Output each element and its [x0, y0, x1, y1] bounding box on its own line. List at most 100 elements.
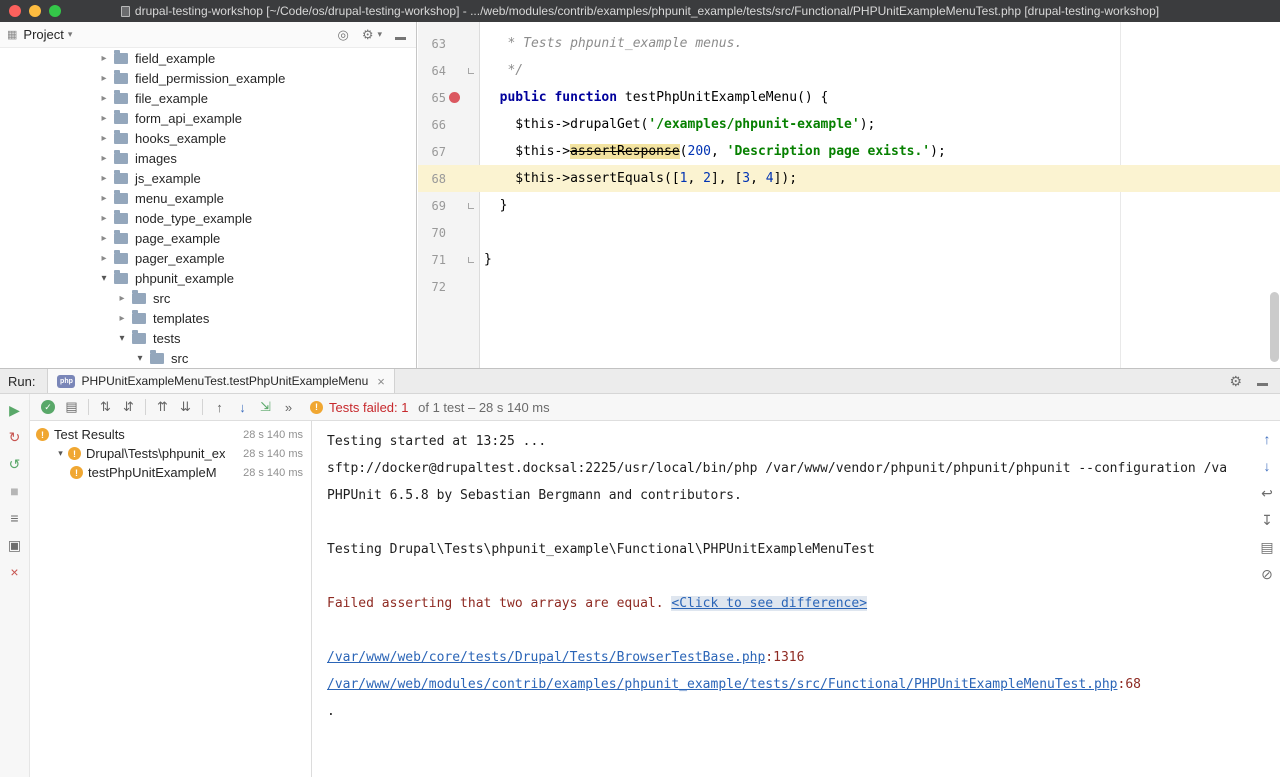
chevron-down-icon[interactable]: ▾: [68, 29, 73, 40]
up-stack-trace-icon[interactable]: ↑: [1264, 431, 1271, 447]
project-panel-title[interactable]: Project: [23, 27, 63, 42]
code-line[interactable]: 68 $this->assertEquals([1, 2], [3, 4]);: [418, 165, 1280, 192]
chevron-right-icon[interactable]: ▸: [96, 193, 112, 204]
code-line[interactable]: 72: [418, 273, 1280, 300]
test-console[interactable]: Testing started at 13:25 ...sftp://docke…: [313, 421, 1254, 777]
zoom-window-icon[interactable]: [49, 5, 61, 17]
code-text[interactable]: */: [480, 63, 523, 78]
test-tree-item[interactable]: !testPhpUnitExampleM28 s 140 ms: [30, 463, 311, 482]
gear-icon[interactable]: ⚙: [1229, 373, 1242, 390]
editor-gutter[interactable]: 67: [418, 138, 480, 165]
chevron-right-icon[interactable]: ▸: [96, 253, 112, 264]
project-tree-item[interactable]: ▸js_example: [0, 168, 416, 188]
project-tree-item[interactable]: ▸templates: [0, 308, 416, 328]
chevron-right-icon[interactable]: ▸: [96, 213, 112, 224]
code-text[interactable]: $this->assertResponse(200, 'Description …: [480, 144, 946, 159]
project-tree-item[interactable]: ▸menu_example: [0, 188, 416, 208]
fold-marker-icon[interactable]: [468, 203, 474, 209]
project-tree-item[interactable]: ▸images: [0, 148, 416, 168]
code-line[interactable]: 64 */: [418, 57, 1280, 84]
code-text[interactable]: $this->assertEquals([1, 2], [3, 4]);: [480, 171, 797, 186]
fold-marker-icon[interactable]: [468, 68, 474, 74]
project-tree-item[interactable]: ▸field_permission_example: [0, 68, 416, 88]
down-stack-trace-icon[interactable]: ↓: [1264, 458, 1271, 474]
see-difference-link[interactable]: <Click to see difference>: [671, 596, 867, 611]
chevron-down-icon[interactable]: ▾: [114, 333, 130, 344]
minimize-window-icon[interactable]: [29, 5, 41, 17]
scroll-to-end-icon[interactable]: ↧: [1261, 512, 1273, 528]
close-window-icon[interactable]: [9, 5, 21, 17]
code-line[interactable]: 66 $this->drupalGet('/examples/phpunit-e…: [418, 111, 1280, 138]
file-link[interactable]: /var/www/web/core/tests/Drupal/Tests/Bro…: [327, 650, 765, 665]
code-text[interactable]: public function testPhpUnitExampleMenu()…: [480, 90, 828, 105]
collapse-all-icon[interactable]: ⇊: [174, 399, 197, 415]
chevron-down-icon[interactable]: ▾: [96, 273, 112, 284]
code-text[interactable]: }: [480, 252, 492, 267]
editor-gutter[interactable]: 66: [418, 111, 480, 138]
code-line[interactable]: 71}: [418, 246, 1280, 273]
project-tree-item[interactable]: ▾phpunit_example: [0, 268, 416, 288]
chevron-right-icon[interactable]: ▸: [96, 53, 112, 64]
stop-icon[interactable]: ■: [10, 482, 18, 500]
chevron-down-icon[interactable]: ▾: [132, 353, 148, 364]
close-tab-icon[interactable]: ×: [377, 374, 385, 389]
chevron-right-icon[interactable]: ▸: [114, 313, 130, 324]
run-tab[interactable]: php PHPUnitExampleMenuTest.testPhpUnitEx…: [47, 369, 394, 393]
chevron-right-icon[interactable]: ▸: [96, 93, 112, 104]
print-icon[interactable]: ▤: [1260, 539, 1273, 555]
gear-icon[interactable]: ⚙: [362, 27, 374, 43]
code-editor[interactable]: 63 * Tests phpunit_example menus.64 */65…: [418, 22, 1280, 368]
code-line[interactable]: 70: [418, 219, 1280, 246]
code-text[interactable]: * Tests phpunit_example menus.: [480, 36, 742, 51]
editor-gutter[interactable]: 70: [418, 219, 480, 246]
project-tree-item[interactable]: ▸node_type_example: [0, 208, 416, 228]
hide-panel-icon[interactable]: [395, 30, 406, 40]
project-tree-item[interactable]: ▾tests: [0, 328, 416, 348]
editor-gutter[interactable]: 63: [418, 30, 480, 57]
chevron-right-icon[interactable]: ▸: [96, 233, 112, 244]
close-icon[interactable]: ×: [10, 563, 18, 581]
project-tree-item[interactable]: ▾src: [0, 348, 416, 368]
chevron-right-icon[interactable]: ▸: [96, 153, 112, 164]
code-text[interactable]: $this->drupalGet('/examples/phpunit-exam…: [480, 117, 875, 132]
more-options-icon[interactable]: »: [277, 400, 300, 415]
project-tree-item[interactable]: ▸field_example: [0, 48, 416, 68]
locate-file-icon[interactable]: ◎: [337, 27, 348, 43]
next-failed-test-icon[interactable]: ↓: [231, 400, 254, 415]
previous-failed-test-icon[interactable]: ↑: [208, 400, 231, 415]
soft-wrap-icon[interactable]: ↩: [1261, 485, 1273, 501]
code-text[interactable]: }: [480, 198, 507, 213]
chevron-right-icon[interactable]: ▸: [96, 113, 112, 124]
toggle-auto-test-icon[interactable]: ↺: [9, 455, 21, 473]
project-tree-item[interactable]: ▸hooks_example: [0, 128, 416, 148]
chevron-right-icon[interactable]: ▸: [96, 133, 112, 144]
test-tree-item[interactable]: ▾!Drupal\Tests\phpunit_ex28 s 140 ms: [30, 444, 311, 463]
project-tree-item[interactable]: ▸page_example: [0, 228, 416, 248]
import-test-results-icon[interactable]: ⇲: [254, 399, 277, 415]
code-line[interactable]: 63 * Tests phpunit_example menus.: [418, 30, 1280, 57]
sort-alphabetically-icon[interactable]: ⇅: [94, 399, 117, 415]
show-output-icon[interactable]: ▤: [60, 399, 83, 415]
file-link[interactable]: /var/www/web/modules/contrib/examples/ph…: [327, 677, 1118, 692]
editor-scrollbar[interactable]: [1270, 292, 1279, 362]
expand-all-icon[interactable]: ⇈: [151, 399, 174, 415]
code-line[interactable]: 65 public function testPhpUnitExampleMen…: [418, 84, 1280, 111]
rerun-icon[interactable]: ▶: [9, 401, 20, 419]
project-tree-item[interactable]: ▸form_api_example: [0, 108, 416, 128]
test-history-icon[interactable]: ≡: [10, 509, 18, 527]
editor-gutter[interactable]: 65: [418, 84, 480, 111]
chevron-right-icon[interactable]: ▸: [96, 173, 112, 184]
code-line[interactable]: 69 }: [418, 192, 1280, 219]
project-tree-item[interactable]: ▸pager_example: [0, 248, 416, 268]
editor-gutter[interactable]: 71: [418, 246, 480, 273]
test-tree-item[interactable]: !Test Results28 s 140 ms: [30, 425, 311, 444]
fold-marker-icon[interactable]: [468, 257, 474, 263]
project-tree-item[interactable]: ▸file_example: [0, 88, 416, 108]
chevron-right-icon[interactable]: ▸: [96, 73, 112, 84]
restore-layout-icon[interactable]: ▣: [8, 536, 21, 554]
breakpoint-icon[interactable]: [446, 84, 463, 111]
editor-gutter[interactable]: 64: [418, 57, 480, 84]
show-passed-icon[interactable]: ✓: [41, 400, 55, 414]
editor-gutter[interactable]: 72: [418, 273, 480, 300]
clear-all-icon[interactable]: ⊘: [1261, 566, 1273, 582]
